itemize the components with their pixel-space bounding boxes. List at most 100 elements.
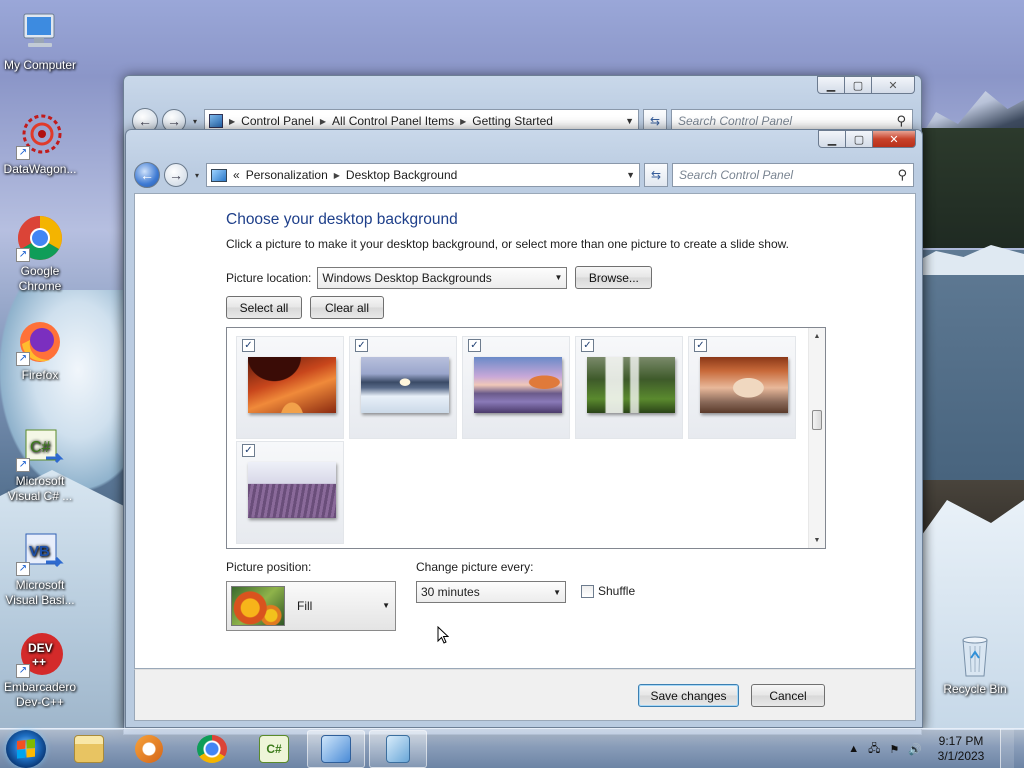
shortcut-arrow-icon: ↗ (16, 352, 30, 366)
desktop-icon-label: Recycle Bin (943, 682, 1007, 696)
taskbar-personalization[interactable] (369, 730, 427, 768)
picture-tile[interactable]: ✓ (236, 441, 344, 544)
scrollbar-thumb[interactable] (812, 410, 822, 430)
picture-checkbox[interactable]: ✓ (242, 444, 255, 457)
picture-checkbox[interactable]: ✓ (694, 339, 707, 352)
folder-icon (74, 735, 104, 763)
scroll-up-icon[interactable]: ▲ (809, 328, 825, 344)
chevron-down-icon: ▼ (553, 587, 561, 597)
address-bar[interactable]: « Personalization ▶ Desktop Background ▼ (206, 163, 640, 187)
taskbar-chrome[interactable] (183, 730, 241, 768)
minimize-button[interactable]: ▁ (818, 130, 846, 148)
desktop-icon-datawagon[interactable]: ↗ DataWagon... (0, 112, 80, 177)
desktop-icon-recycle-bin[interactable]: Recycle Bin (935, 632, 1015, 697)
action-center-flag-icon[interactable]: ⚑ (889, 743, 899, 756)
rock-arch-thumbnail (700, 357, 788, 413)
window-caption-buttons: ▁ ▢ ✕ (817, 76, 915, 94)
forward-button[interactable]: → (164, 163, 188, 187)
picture-tile[interactable]: ✓ (462, 336, 570, 439)
desktop-background-window[interactable]: ▁ ▢ ✕ ← → ▾ « Personalization ▶ Desktop … (125, 129, 923, 728)
clock-date: 3/1/2023 (937, 749, 985, 763)
breadcrumb-item[interactable]: All Control Panel Items (332, 114, 454, 128)
desktop-icon-label: Microsoft Visual Basi... (5, 578, 75, 607)
refresh-button[interactable]: ⇆ (644, 163, 668, 187)
picture-tile[interactable]: ✓ (236, 336, 344, 439)
search-icon[interactable]: ⚲ (897, 167, 907, 183)
start-button[interactable] (6, 730, 46, 768)
browse-button[interactable]: Browse... (575, 266, 653, 289)
chevron-down-icon[interactable]: ▼ (625, 116, 634, 126)
back-button[interactable]: ← (134, 162, 160, 188)
picture-checkbox[interactable]: ✓ (355, 339, 368, 352)
breadcrumb-item[interactable]: Control Panel (241, 114, 314, 128)
change-picture-label: Change picture every: (416, 560, 534, 574)
close-button[interactable]: ✕ (872, 130, 916, 148)
recent-pages-dropdown[interactable]: ▾ (190, 117, 200, 126)
taskbar-control-panel[interactable] (307, 730, 365, 768)
select-all-button[interactable]: Select all (226, 296, 302, 319)
picture-location-select[interactable]: Windows Desktop Backgrounds ▼ (317, 266, 568, 289)
picture-checkbox[interactable]: ✓ (242, 339, 255, 352)
desktop-icon-visual-basic[interactable]: VB ↗ Microsoft Visual Basi... (0, 528, 80, 608)
media-player-icon (135, 735, 163, 763)
navigation-bar: ← → ▾ « Personalization ▶ Desktop Backgr… (134, 162, 914, 188)
picture-checkbox[interactable]: ✓ (468, 339, 481, 352)
change-picture-interval-select[interactable]: 30 minutes ▼ (416, 581, 566, 603)
breadcrumb-item[interactable]: Personalization (246, 168, 328, 182)
taskbar-explorer[interactable] (60, 730, 118, 768)
change-picture-value: 30 minutes (421, 585, 480, 599)
picture-tile[interactable]: ✓ (575, 336, 683, 439)
lavender-field-thumbnail (248, 462, 336, 518)
ice-lake-thumbnail (361, 357, 449, 413)
clear-all-button[interactable]: Clear all (310, 296, 384, 319)
breadcrumb-separator-icon: ▶ (229, 116, 236, 126)
breadcrumb-item[interactable]: Desktop Background (346, 168, 457, 182)
picture-tile[interactable]: ✓ (688, 336, 796, 439)
maximize-button[interactable]: ▢ (845, 130, 873, 148)
picture-gallery[interactable]: ✓ ✓ ✓ ✓ ✓ ✓ ▲ ▼ (226, 327, 826, 549)
shortcut-arrow-icon: ↗ (16, 664, 30, 678)
desktop-icon-firefox[interactable]: ↗ Firefox (0, 318, 80, 383)
save-changes-button[interactable]: Save changes (638, 684, 739, 707)
chevron-down-icon: ▼ (382, 601, 390, 610)
control-panel-icon (209, 114, 223, 128)
picture-checkbox[interactable]: ✓ (581, 339, 594, 352)
mouse-cursor-icon (437, 626, 449, 644)
picture-position-select[interactable]: Fill ▼ (226, 581, 396, 631)
picture-location-row: Picture location: Windows Desktop Backgr… (226, 266, 653, 289)
close-button[interactable]: ✕ (871, 76, 915, 94)
shuffle-checkbox[interactable] (581, 584, 594, 598)
scroll-down-icon[interactable]: ▼ (809, 532, 825, 548)
gallery-scrollbar[interactable]: ▲ ▼ (808, 328, 825, 548)
desktop-icon-my-computer[interactable]: My Computer (0, 8, 80, 73)
taskbar-visual-csharp[interactable]: C# (245, 730, 303, 768)
recent-pages-dropdown[interactable]: ▾ (192, 171, 202, 180)
desktop-icon-chrome[interactable]: ↗ Google Chrome (0, 214, 80, 294)
search-icon[interactable]: ⚲ (896, 113, 906, 129)
breadcrumb-item[interactable]: Getting Started (472, 114, 553, 128)
desktop-icon-devcpp[interactable]: DEV ++ ↗ Embarcadero Dev-C++ (0, 630, 80, 710)
personalization-icon (211, 168, 227, 182)
breadcrumb-overflow[interactable]: « (233, 168, 240, 182)
shortcut-arrow-icon: ↗ (16, 248, 30, 262)
network-icon[interactable]: 🖧 (868, 740, 880, 759)
chevron-down-icon[interactable]: ▼ (626, 170, 635, 180)
cancel-button[interactable]: Cancel (751, 684, 825, 707)
chevron-down-icon: ▼ (554, 273, 563, 282)
picture-tile[interactable]: ✓ (349, 336, 457, 439)
show-hidden-icons-icon[interactable]: ▲ (848, 743, 859, 755)
taskbar-media-player[interactable] (120, 730, 178, 768)
volume-icon[interactable]: 🔊 (908, 743, 922, 756)
svg-text:C#: C# (30, 439, 51, 456)
shortcut-arrow-icon: ↗ (16, 146, 30, 160)
computer-icon (16, 8, 64, 56)
shuffle-option[interactable]: Shuffle (581, 584, 635, 598)
desktop-icon-visual-csharp[interactable]: C# ↗ Microsoft Visual C# ... (0, 424, 80, 504)
minimize-button[interactable]: ▁ (817, 76, 845, 94)
clock[interactable]: 9:17 PM 3/1/2023 (931, 734, 991, 764)
show-desktop-button[interactable] (1000, 729, 1014, 768)
dialog-footer: Save changes Cancel (134, 669, 916, 721)
maximize-button[interactable]: ▢ (844, 76, 872, 94)
svg-text:DEV: DEV (28, 641, 53, 655)
search-input[interactable]: Search Control Panel ⚲ (672, 163, 914, 187)
